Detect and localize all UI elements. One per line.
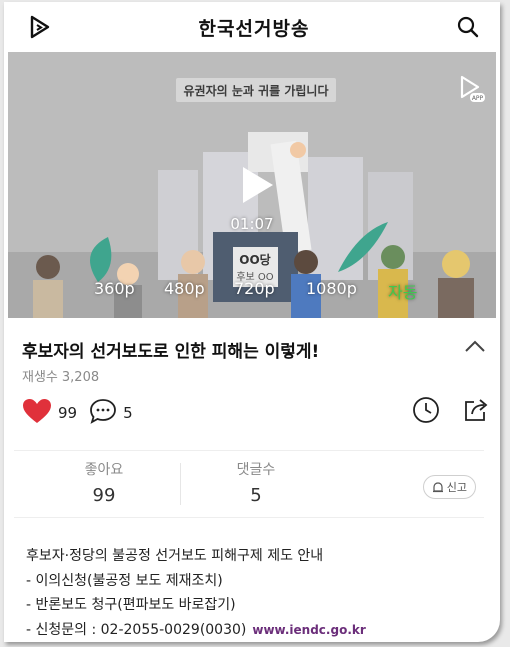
quality-360p[interactable]: 360p: [94, 279, 135, 298]
thumbnail-banner: 유권자의 눈과 귀를 가립니다: [176, 78, 336, 102]
secondary-actions: [412, 396, 490, 428]
clock-icon[interactable]: [412, 396, 440, 428]
video-title: 후보자의 선거보도로 인한 피해는 이렇게!: [22, 342, 320, 362]
search-icon[interactable]: [454, 13, 482, 41]
reaction-bar: 99 5: [22, 398, 145, 428]
stats-divider: [180, 463, 181, 505]
video-player[interactable]: OO당 후보 OO 유권자의 눈과 귀를 가립니다 APP 01:07 360p…: [8, 52, 496, 318]
like-count: 99: [58, 404, 78, 422]
description: 후보자·정당의 불공정 선거보도 피해구제 제도 안내 - 이의신청(불공정 보…: [26, 544, 366, 642]
siren-icon: [432, 482, 443, 493]
description-line-contact: - 신청문의 : 02-2055-0029(0030) www.iendc.go.…: [26, 618, 366, 643]
view-count: 재생수 3,208: [22, 366, 103, 385]
views-label: 재생수: [22, 370, 58, 385]
comments-stat: 댓글수 5: [196, 459, 316, 506]
comment-count: 5: [123, 404, 133, 422]
video-duration: 01:07: [230, 215, 274, 233]
description-line: - 반론보도 청구(편파보도 바로잡기): [26, 597, 236, 613]
play-icon[interactable]: [239, 164, 277, 210]
website-link[interactable]: www.iendc.go.kr: [252, 623, 365, 637]
quality-720p[interactable]: 720p: [234, 279, 275, 298]
description-line: 후보자·정당의 불공정 선거보도 피해구제 제도 안내: [26, 548, 324, 564]
play-outline-icon[interactable]: [26, 13, 54, 41]
chevron-up-icon[interactable]: [464, 338, 486, 357]
app-badge-icon[interactable]: APP: [456, 74, 486, 108]
app-title: 한국선거방송: [198, 17, 310, 40]
top-bar: 한국선거방송: [4, 2, 500, 52]
report-button[interactable]: 신고: [422, 475, 476, 499]
quality-480p[interactable]: 480p: [164, 279, 205, 298]
comments-stat-value: 5: [250, 485, 262, 506]
stats-panel: 좋아요 99 댓글수 5 신고: [14, 450, 484, 518]
sign-party: OO당: [239, 252, 270, 267]
likes-stat-value: 99: [92, 485, 116, 506]
comments-stat-label: 댓글수: [236, 462, 276, 478]
comment-icon[interactable]: [89, 398, 117, 428]
app-badge-label: APP: [472, 95, 484, 102]
heart-icon[interactable]: [22, 398, 52, 428]
quality-auto[interactable]: 자동: [388, 279, 417, 303]
likes-stat: 좋아요 99: [44, 459, 164, 506]
share-icon[interactable]: [462, 396, 490, 428]
likes-stat-label: 좋아요: [84, 462, 124, 478]
report-label: 신고: [446, 481, 467, 494]
contact-text: - 신청문의 : 02-2055-0029(0030): [26, 621, 247, 638]
description-line: - 이의신청(불공정 보도 제재조치): [26, 572, 223, 589]
quality-1080p[interactable]: 1080p: [306, 279, 357, 298]
views-value: 3,208: [61, 370, 100, 385]
